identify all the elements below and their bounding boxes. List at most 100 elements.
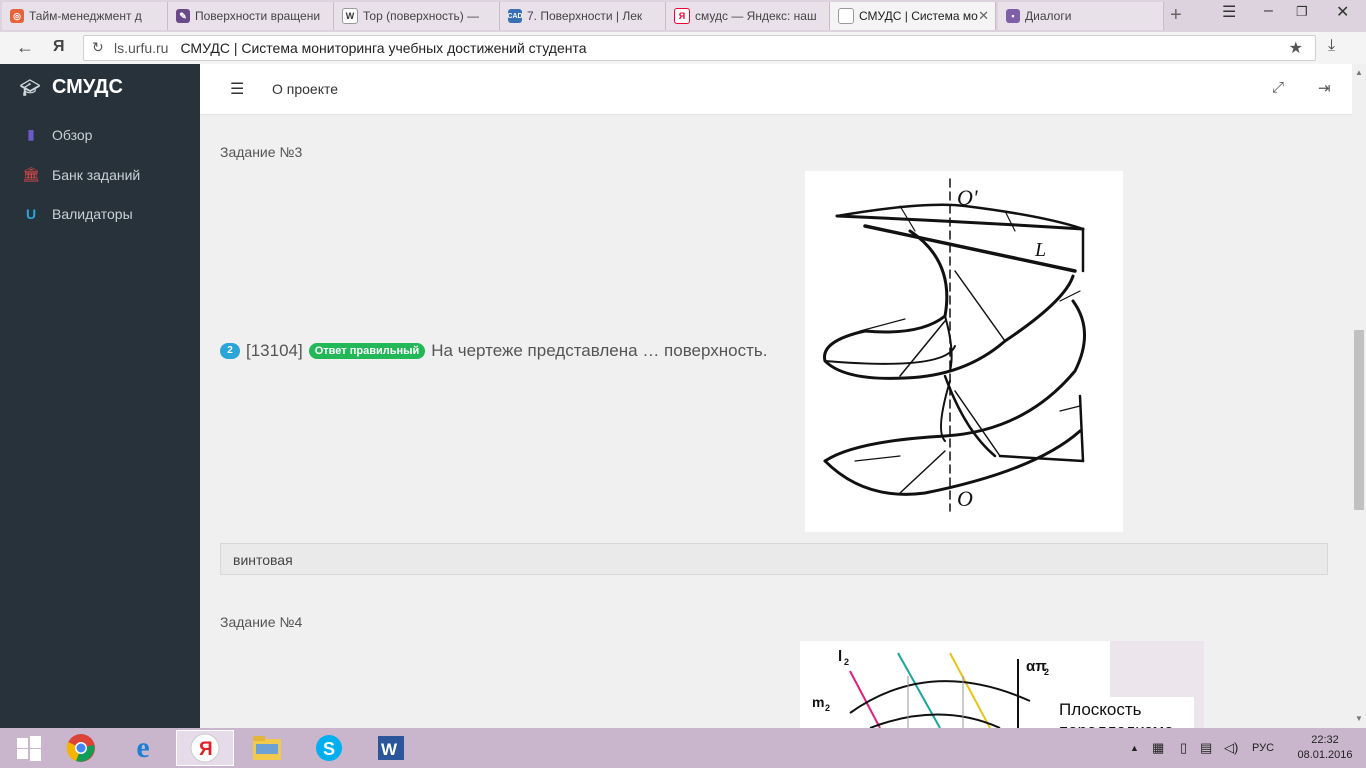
logout-icon[interactable]: ⇥ — [1318, 79, 1331, 97]
sidebar-item-label: Банк заданий — [52, 166, 141, 183]
network-icon[interactable]: ▤ — [1200, 740, 1212, 756]
browser-tab-2[interactable]: ✎ Поверхности вращени — [168, 2, 334, 30]
scrollbar-thumb[interactable] — [1354, 330, 1364, 510]
menu-toggle-icon[interactable]: ☰ — [230, 79, 244, 99]
tab-label: смудс — Яндекс: наш — [695, 9, 817, 23]
language-indicator[interactable]: РУС — [1252, 742, 1274, 754]
restore-icon[interactable]: ❐ — [1296, 4, 1308, 20]
scroll-down-icon[interactable]: ▼ — [1355, 714, 1363, 723]
taskbar-explorer[interactable] — [238, 730, 296, 766]
taskbar-ie[interactable]: e — [114, 730, 172, 766]
chat-icon: ▪ — [1006, 9, 1020, 23]
back-arrow-icon[interactable]: ← — [16, 37, 34, 58]
yandex-icon: Я — [674, 8, 690, 24]
browser-tab-bar: ◎ Тайм-менеджмент д ✎ Поверхности вращен… — [0, 0, 1366, 32]
main-content: Задание №3 2 [13104] Ответ правильный На… — [200, 115, 1352, 728]
tab-label: Тор (поверхность) — — [363, 9, 480, 23]
bookmark-star-icon[interactable]: ★ — [1289, 38, 1303, 58]
helicoid-figure: O' L O — [805, 171, 1123, 532]
sidebar-item-label: Обзор — [52, 126, 93, 143]
fullscreen-icon[interactable]: ⤢ — [1272, 79, 1284, 96]
reload-icon[interactable]: ↻ — [92, 39, 104, 56]
sidebar: 🎓︎ СМУДС ▮ Обзор 🏛︎ Банк заданий U Валид… — [0, 64, 200, 728]
bank-icon: 🏛︎ — [22, 166, 40, 182]
tab-label: 7. Поверхности | Лек — [527, 9, 643, 23]
browser-tab-7[interactable]: ▪ Диалоги — [998, 2, 1164, 30]
label-l: L — [1034, 239, 1046, 261]
question-number-badge: 2 — [220, 343, 240, 359]
question-text: На чертеже представлена … поверхность. — [431, 341, 768, 360]
wikipedia-icon: W — [342, 8, 358, 24]
action-center-icon[interactable]: ▦ — [1152, 740, 1164, 756]
folder-icon — [253, 736, 281, 760]
browser-tab-5[interactable]: Я смудс — Яндекс: наш — [666, 2, 830, 30]
label-alpha-subscript: 2 — [1044, 667, 1049, 677]
note-line2: параллелизма — [1059, 720, 1189, 728]
new-tab-icon[interactable]: + — [1170, 4, 1182, 27]
address-bar: ← Я ↻ ls.urfu.ru СМУДС | Система монитор… — [0, 32, 1366, 65]
task-title: Задание №3 — [220, 144, 303, 160]
svg-text:S: S — [323, 739, 335, 759]
close-window-icon[interactable]: ✕ — [1336, 2, 1349, 22]
yandex-browser-icon: Я — [190, 733, 220, 763]
browser-tab-3[interactable]: W Тор (поверхность) — — [334, 2, 500, 30]
clock[interactable]: 22:32 08.01.2016 — [1290, 733, 1360, 763]
taskbar-yandex-browser[interactable]: Я — [176, 730, 234, 766]
start-button[interactable] — [0, 730, 58, 766]
windows-taskbar: e Я S W ▲ ▦ ▯ ▤ ◁) РУС 22:32 08.01.2016 — [0, 728, 1366, 768]
helicoid-drawing: O' L O — [823, 178, 1086, 512]
plane-note-box: Плоскость параллелизма — [1054, 697, 1194, 728]
top-header: ☰ О проекте ⤢ ⇥ — [200, 64, 1352, 115]
answer-field: винтовая — [220, 543, 1328, 575]
label-m2-subscript: 2 — [825, 703, 830, 713]
download-icon[interactable]: ⤓ — [1328, 37, 1335, 55]
url-page-title: СМУДС | Система мониторинга учебных дост… — [180, 40, 587, 56]
tab-label: СМУДС | Система мо — [859, 9, 978, 23]
menu-icon[interactable]: ☰ — [1222, 2, 1236, 22]
battery-icon[interactable]: ▯ — [1180, 740, 1187, 756]
question: 2 [13104] Ответ правильный На чертеже пр… — [220, 341, 767, 361]
tray-expand-icon[interactable]: ▲ — [1130, 743, 1139, 753]
sidebar-item-overview[interactable]: ▮ Обзор — [22, 126, 92, 143]
brand[interactable]: 🎓︎ СМУДС — [20, 76, 123, 99]
note-line1: Плоскость — [1059, 700, 1142, 719]
browser-tab-1[interactable]: ◎ Тайм-менеджмент д — [2, 2, 168, 30]
clock-date: 08.01.2016 — [1297, 749, 1353, 761]
scroll-up-icon[interactable]: ▲ — [1355, 68, 1363, 77]
svg-text:Я: Я — [199, 739, 213, 760]
taskbar-chrome[interactable] — [52, 730, 110, 766]
bar-chart-icon: ▮ — [27, 126, 35, 142]
brand-title: СМУДС — [52, 76, 123, 98]
tab-label: Тайм-менеджмент д — [29, 9, 142, 23]
skype-icon: S — [316, 735, 342, 761]
about-link[interactable]: О проекте — [272, 81, 338, 97]
windows-logo-icon — [17, 736, 41, 761]
volume-icon[interactable]: ◁) — [1224, 740, 1238, 756]
sidebar-item-task-bank[interactable]: 🏛︎ Банк заданий — [22, 166, 140, 183]
task-title: Задание №4 — [220, 614, 303, 630]
page-scrollbar[interactable]: ▲ ▼ — [1352, 64, 1366, 728]
svg-text:W: W — [381, 740, 398, 759]
answer-text: винтовая — [233, 552, 293, 568]
taskbar-word[interactable]: W — [362, 730, 420, 766]
tab-label: Поверхности вращени — [195, 9, 321, 23]
chrome-icon — [66, 734, 95, 762]
close-tab-icon[interactable]: ✕ — [978, 8, 989, 24]
question-id: [13104] — [246, 341, 303, 360]
yandex-logo-icon[interactable]: Я — [53, 38, 65, 56]
label-l2-subscript: 2 — [844, 657, 849, 667]
word-icon: W — [378, 736, 404, 760]
taskbar-skype[interactable]: S — [300, 730, 358, 766]
minimize-icon[interactable]: – — [1264, 2, 1273, 20]
graduation-cap-icon: 🎓︎ — [20, 79, 41, 97]
status-badge: Ответ правильный — [308, 343, 426, 359]
clock-time: 22:32 — [1311, 734, 1339, 746]
plane-parallelism-figure: l 2 m 2 απ 2 Плоскость параллелизма — [800, 641, 1204, 728]
label-o: O — [957, 486, 973, 511]
page-icon — [838, 8, 854, 24]
magnet-icon: U — [25, 206, 37, 222]
url-field[interactable]: ↻ ls.urfu.ru СМУДС | Система мониторинга… — [83, 35, 1316, 61]
sidebar-item-validators[interactable]: U Валидаторы — [22, 206, 133, 222]
browser-tab-6-active[interactable]: СМУДС | Система мо ✕ — [830, 2, 996, 30]
browser-tab-4[interactable]: CAD 7. Поверхности | Лек — [500, 2, 666, 30]
